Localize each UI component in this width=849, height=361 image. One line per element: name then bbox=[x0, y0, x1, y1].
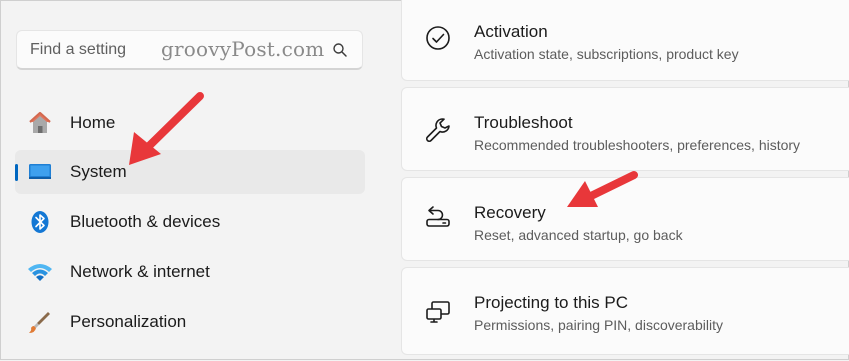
sidebar-item-label: Bluetooth & devices bbox=[70, 212, 221, 231]
search-input[interactable]: Find a setting bbox=[30, 41, 126, 59]
home-icon bbox=[29, 111, 51, 133]
sidebar-item-label: System bbox=[70, 162, 127, 181]
bluetooth-icon bbox=[31, 211, 49, 233]
system-icon bbox=[29, 164, 51, 179]
recovery-icon bbox=[426, 206, 450, 227]
sidebar-item-bluetooth[interactable]: Bluetooth & devices bbox=[15, 200, 365, 244]
sidebar-item-home[interactable]: Home bbox=[15, 101, 365, 145]
card-title: Recovery bbox=[474, 203, 546, 222]
card-troubleshoot[interactable]: Troubleshoot Recommended troubleshooters… bbox=[401, 87, 849, 171]
projecting-icon bbox=[426, 301, 450, 323]
sidebar: Find a setting groovyPost.com Home Syste… bbox=[1, 1, 381, 361]
card-description: Permissions, pairing PIN, discoverabilit… bbox=[474, 317, 723, 333]
sidebar-item-label: Network & internet bbox=[70, 262, 210, 281]
selection-indicator bbox=[15, 164, 18, 181]
card-title: Activation bbox=[474, 22, 548, 41]
card-projecting[interactable]: Projecting to this PC Permissions, pairi… bbox=[401, 267, 849, 355]
card-activation[interactable]: Activation Activation state, subscriptio… bbox=[401, 0, 849, 81]
sidebar-item-network[interactable]: Network & internet bbox=[15, 250, 365, 294]
card-description: Reset, advanced startup, go back bbox=[474, 227, 683, 243]
sidebar-item-personalization[interactable]: Personalization bbox=[15, 300, 365, 344]
main-content: Activation Activation state, subscriptio… bbox=[381, 0, 849, 361]
sidebar-item-system[interactable]: System bbox=[15, 150, 365, 194]
wifi-icon bbox=[28, 264, 52, 281]
search-icon[interactable] bbox=[332, 42, 348, 58]
card-title: Projecting to this PC bbox=[474, 293, 629, 312]
sidebar-item-label: Personalization bbox=[70, 312, 187, 331]
sidebar-item-label: Home bbox=[70, 113, 116, 132]
card-title: Troubleshoot bbox=[474, 113, 573, 132]
paintbrush-icon bbox=[29, 312, 50, 333]
activation-check-icon bbox=[426, 26, 450, 50]
wrench-icon bbox=[426, 118, 450, 142]
search-box[interactable]: Find a setting groovyPost.com bbox=[16, 30, 363, 70]
card-recovery[interactable]: Recovery Reset, advanced startup, go bac… bbox=[401, 177, 849, 261]
card-description: Activation state, subscriptions, product… bbox=[474, 46, 739, 62]
watermark-text: groovyPost.com bbox=[161, 37, 325, 61]
card-description: Recommended troubleshooters, preferences… bbox=[474, 137, 801, 153]
